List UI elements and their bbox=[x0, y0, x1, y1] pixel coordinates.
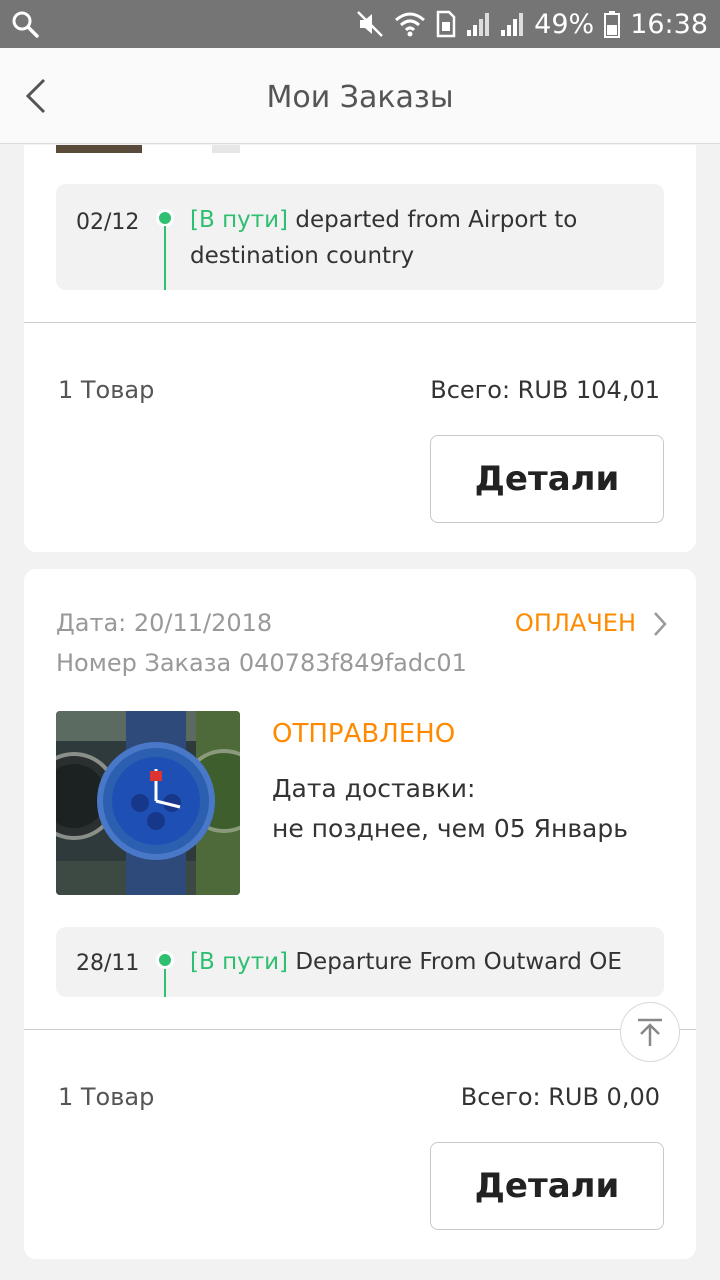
battery-percent: 49% bbox=[534, 8, 595, 40]
order-total: Всего: RUB 0,00 bbox=[460, 1083, 660, 1111]
tracking-box[interactable]: 28/11 [В пути] Departure From Outward OE bbox=[56, 927, 664, 997]
divider bbox=[24, 322, 696, 323]
tracking-line bbox=[164, 969, 166, 997]
tracking-dot bbox=[156, 209, 174, 227]
battery-icon bbox=[604, 11, 621, 38]
signal-icon-2 bbox=[501, 13, 524, 36]
clock: 16:38 bbox=[630, 8, 708, 40]
signal-icon-1 bbox=[467, 13, 490, 36]
details-button[interactable]: Детали bbox=[430, 435, 664, 523]
app-bar: Мои Заказы bbox=[0, 48, 720, 144]
order-card: 02/12 [В пути] departed from Airport to … bbox=[24, 145, 696, 552]
order-number: Номер Заказа 040783f849fadc01 bbox=[56, 649, 467, 677]
page-title: Мои Заказы bbox=[266, 80, 454, 115]
delivery-date: не позднее, чем 05 Январь bbox=[272, 814, 628, 843]
mute-icon bbox=[357, 11, 384, 37]
tracking-status: [В пути] bbox=[190, 949, 289, 975]
item-count: 1 Товар bbox=[58, 1083, 155, 1111]
search-icon[interactable] bbox=[10, 9, 40, 39]
tracking-text: Departure From Outward OE bbox=[295, 949, 622, 975]
product-image-partial bbox=[56, 145, 246, 153]
tracking-date: 28/11 bbox=[76, 951, 140, 976]
tracking-line bbox=[164, 226, 166, 290]
payment-status[interactable]: ОПЛАЧЕН bbox=[515, 609, 636, 637]
wifi-icon bbox=[395, 12, 426, 37]
arrow-up-to-top-icon bbox=[638, 1018, 662, 1046]
sim-icon bbox=[436, 10, 456, 38]
shipping-status: ОТПРАВЛЕНО bbox=[272, 719, 456, 749]
tracking-dot bbox=[156, 951, 174, 969]
scroll-to-top-button[interactable] bbox=[620, 1002, 680, 1062]
details-button[interactable]: Детали bbox=[430, 1142, 664, 1230]
tracking-status: [В пути] bbox=[190, 207, 289, 233]
divider bbox=[24, 1029, 696, 1030]
item-count: 1 Товар bbox=[58, 376, 155, 404]
delivery-label: Дата доставки: bbox=[272, 774, 476, 803]
tracking-date: 02/12 bbox=[76, 210, 140, 235]
tracking-message: [В пути] Departure From Outward OE bbox=[190, 944, 644, 980]
order-total: Всего: RUB 104,01 bbox=[430, 376, 660, 404]
order-date: Дата: 20/11/2018 bbox=[56, 609, 273, 637]
orders-list[interactable]: 02/12 [В пути] departed from Airport to … bbox=[0, 145, 720, 1280]
status-bar: 49% 16:38 bbox=[0, 0, 720, 48]
order-card: Дата: 20/11/2018 ОПЛАЧЕН Номер Заказа 04… bbox=[24, 569, 696, 1259]
product-image[interactable] bbox=[56, 711, 240, 895]
tracking-message: [В пути] departed from Airport to destin… bbox=[190, 202, 644, 274]
tracking-box[interactable]: 02/12 [В пути] departed from Airport to … bbox=[56, 184, 664, 290]
chevron-right-icon[interactable] bbox=[650, 610, 670, 638]
